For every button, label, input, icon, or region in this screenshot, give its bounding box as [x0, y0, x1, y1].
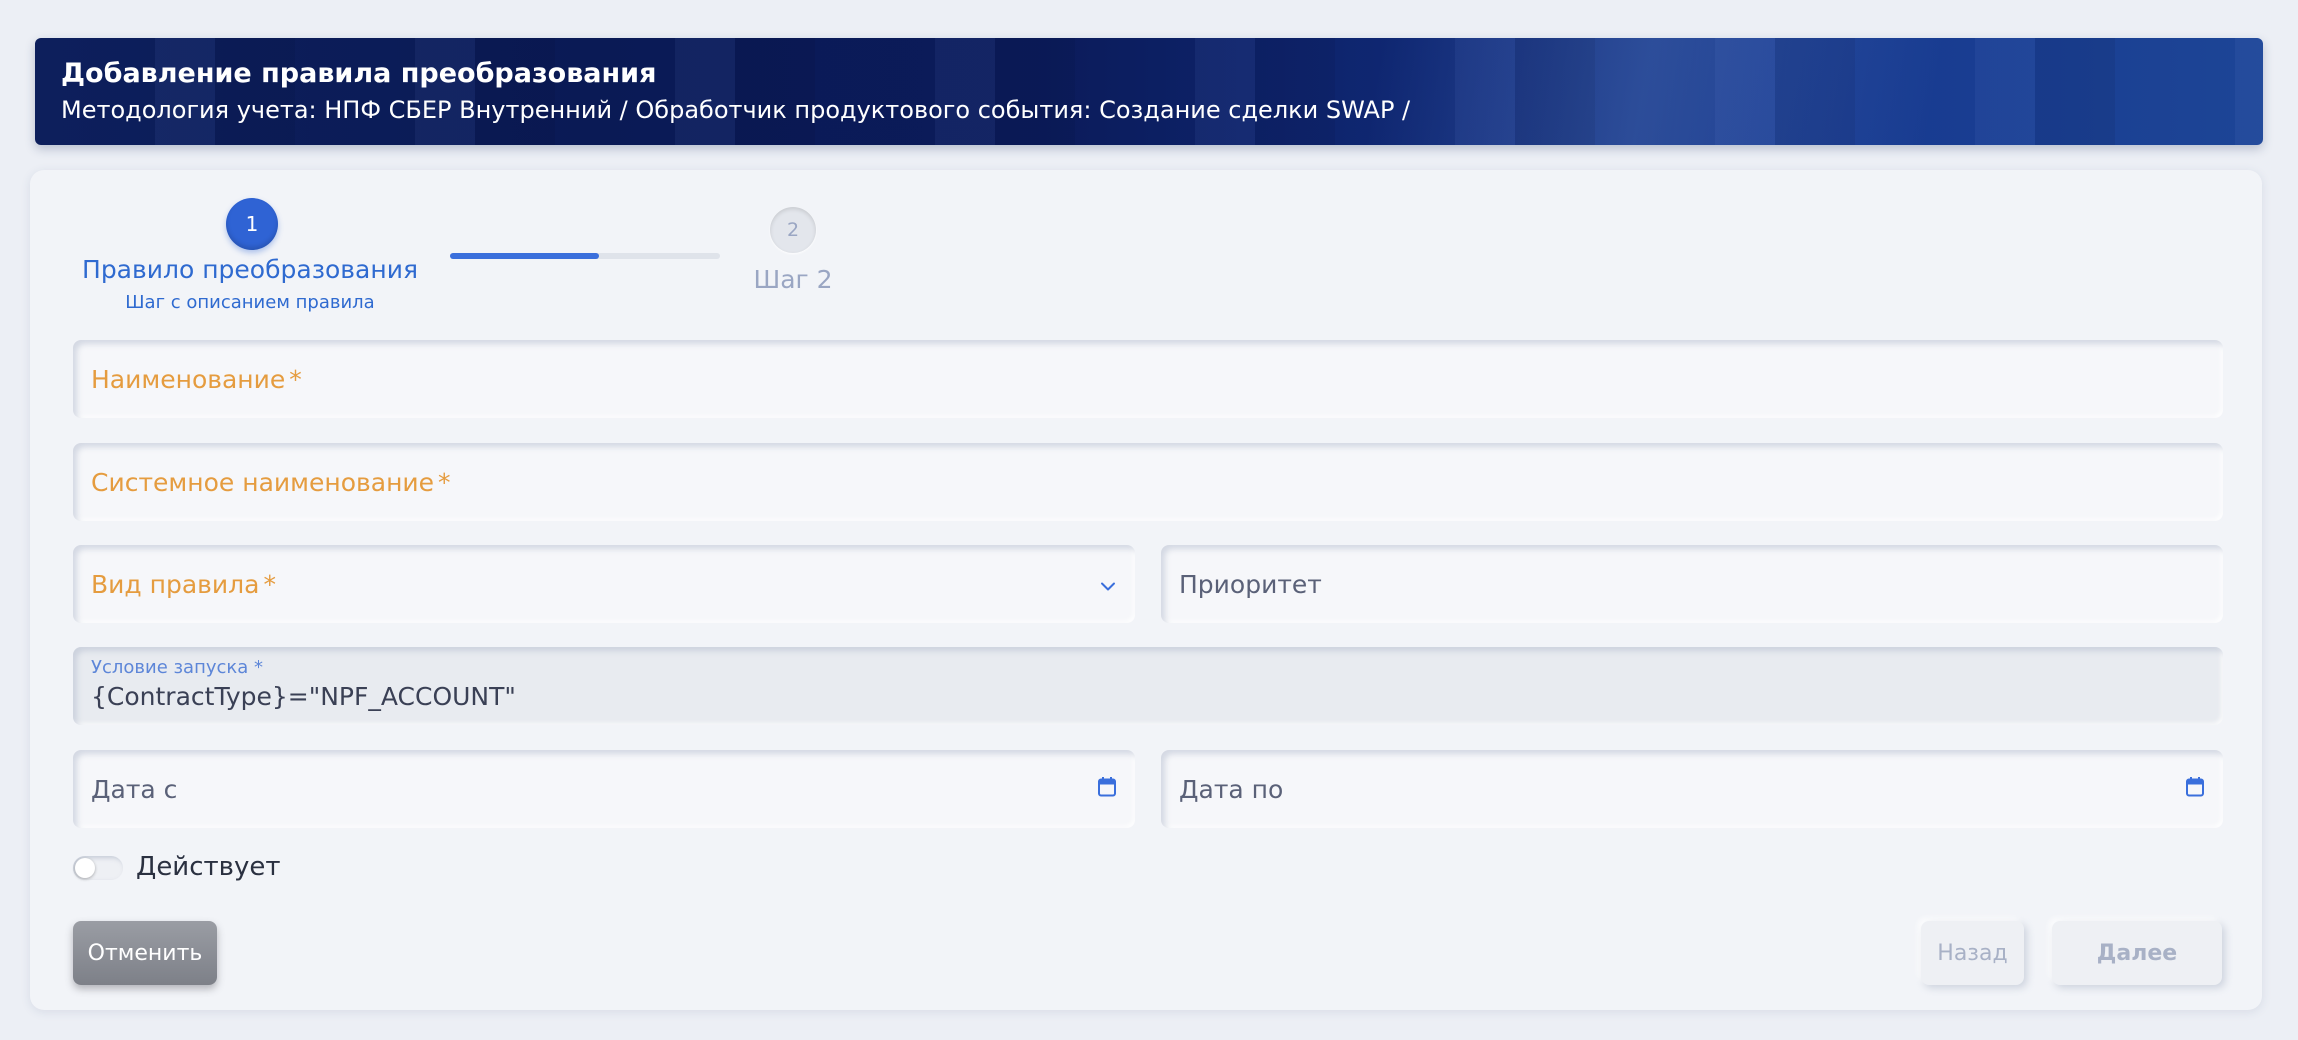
active-toggle-label: Действует: [136, 852, 281, 882]
step-1-indicator[interactable]: 1: [226, 198, 278, 250]
date-to-input[interactable]: Дата по: [1161, 750, 2223, 828]
name-label: Наименование: [91, 364, 286, 394]
date-from-label: Дата с: [91, 774, 178, 804]
next-button[interactable]: Далее: [2052, 921, 2222, 985]
toggle-knob: [75, 858, 95, 878]
page-title: Добавление правила преобразования: [61, 58, 657, 89]
calendar-icon[interactable]: [2185, 775, 2205, 804]
required-mark: *: [438, 467, 451, 497]
name-input[interactable]: Наименование *: [73, 340, 2223, 418]
system-name-label: Системное наименование: [91, 467, 435, 497]
system-name-input[interactable]: Системное наименование *: [73, 443, 2223, 521]
cancel-button[interactable]: Отменить: [73, 921, 217, 985]
breadcrumb: Методология учета: НПФ СБЕР Внутренний /…: [61, 96, 1411, 125]
step-1-title: Правило преобразования: [82, 255, 418, 284]
step-2-title: Шаг 2: [753, 265, 833, 294]
rule-type-label: Вид правила: [91, 569, 260, 599]
calendar-icon[interactable]: [1097, 775, 1117, 804]
page-header: Добавление правила преобразования Методо…: [35, 38, 2263, 145]
date-to-label: Дата по: [1179, 774, 1284, 804]
launch-condition-field[interactable]: Условие запуска * {ContractType}="NPF_AC…: [73, 647, 2223, 725]
launch-condition-value: {ContractType}="NPF_ACCOUNT": [91, 682, 516, 711]
priority-label: Приоритет: [1179, 569, 1322, 599]
chevron-down-icon[interactable]: [1099, 570, 1117, 599]
rule-type-select[interactable]: Вид правила *: [73, 545, 1135, 623]
launch-condition-label: Условие запуска *: [91, 657, 264, 678]
step-progress-fill: [450, 253, 599, 259]
priority-input[interactable]: Приоритет: [1161, 545, 2223, 623]
required-mark: *: [263, 569, 276, 599]
back-button[interactable]: Назад: [1921, 921, 2024, 985]
step-progress-track: [450, 253, 720, 259]
date-from-input[interactable]: Дата с: [73, 750, 1135, 828]
step-1-description: Шаг с описанием правила: [125, 292, 375, 313]
required-mark: *: [289, 364, 302, 394]
step-2-indicator[interactable]: 2: [770, 207, 816, 253]
active-toggle[interactable]: [73, 856, 123, 880]
